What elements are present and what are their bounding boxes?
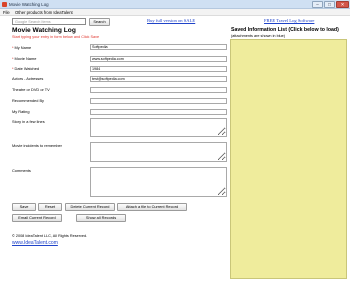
label-text: Date Watched	[14, 66, 40, 71]
required-marker: *	[12, 44, 14, 50]
date-watched-field[interactable]	[90, 65, 227, 72]
menu-other-products[interactable]: Other products from IdeaTalent	[15, 10, 73, 15]
theatre-field[interactable]	[90, 86, 227, 93]
window-title: Movie Watching Log	[9, 1, 49, 7]
search-button[interactable]: Search	[89, 17, 110, 26]
form-hint: Start typing your entry in form below an…	[12, 34, 100, 39]
label-theatre: Theatre or DVD or TV	[12, 87, 50, 92]
label-recommended-by: Recommended By	[12, 98, 45, 103]
app-icon	[2, 2, 7, 7]
search-input[interactable]	[12, 18, 86, 25]
menu-bar: File Other products from IdeaTalent	[0, 9, 350, 16]
required-marker: *	[12, 66, 14, 71]
save-button[interactable]: Save	[12, 203, 36, 211]
label-comments: Comments	[12, 168, 31, 173]
label-actors: Actors - Actresses	[12, 76, 44, 81]
my-name-field[interactable]	[90, 44, 227, 50]
label-my-name: *My Name	[12, 45, 31, 50]
label-incidents: Movie incidents to remember	[12, 143, 62, 148]
label-text: Movie Name	[14, 56, 37, 61]
attach-file-button[interactable]: Attach a file to Current Record	[117, 203, 187, 211]
label-date-watched: *Date Watched	[12, 66, 39, 71]
maximize-button[interactable]: □	[324, 1, 335, 8]
buy-full-version-link[interactable]: Buy full version on SALE	[147, 18, 195, 23]
story-field[interactable]	[90, 118, 227, 137]
website-link[interactable]: www.IdeaTalent.com	[12, 240, 58, 246]
delete-record-button[interactable]: Delete Current Record	[65, 203, 115, 211]
my-rating-field[interactable]	[90, 108, 227, 115]
form-title: Movie Watching Log	[12, 27, 76, 34]
reset-button[interactable]: Reset	[38, 203, 62, 211]
email-record-button[interactable]: Email Current Record	[12, 214, 62, 222]
menu-file[interactable]: File	[3, 10, 10, 15]
free-travel-log-link[interactable]: FREE Travel Log Software	[264, 18, 314, 23]
show-all-records-button[interactable]: Show all Records	[76, 214, 126, 222]
saved-list-heading: Saved Information List (Click below to l…	[231, 27, 339, 33]
required-marker: *	[12, 56, 14, 61]
recommended-by-field[interactable]	[90, 97, 227, 104]
close-button[interactable]: ✕	[336, 1, 349, 8]
saved-records-list[interactable]	[230, 39, 347, 279]
incidents-field[interactable]	[90, 142, 227, 162]
label-movie-name: *Movie Name	[12, 56, 36, 61]
minimize-button[interactable]: –	[312, 1, 323, 8]
movie-name-field[interactable]	[90, 55, 227, 62]
copyright-text: © 2008 IdeaTalent LLC, All Rights Reserv…	[12, 234, 88, 238]
label-my-rating: My Rating	[12, 109, 30, 114]
label-text: My Name	[14, 44, 32, 50]
title-bar: Movie Watching Log – □ ✕	[0, 0, 350, 9]
saved-list-subheading: (attachments are shown in blue)	[231, 33, 286, 38]
label-story: Story in a few lines	[12, 119, 45, 124]
actors-field[interactable]	[90, 75, 227, 82]
comments-field[interactable]	[90, 167, 227, 197]
